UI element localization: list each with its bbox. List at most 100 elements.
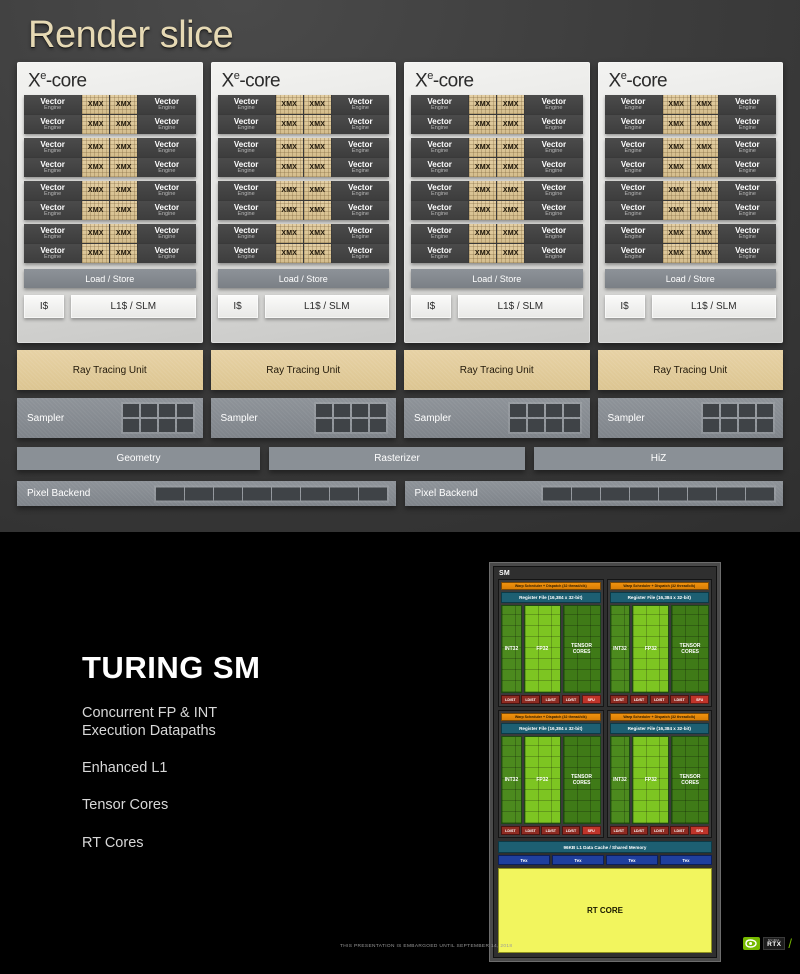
tensor-cores-unit: TENSOR CORES xyxy=(562,736,601,824)
vector-engine-row: Vector Engine XMX XMX Vector Engine xyxy=(411,224,583,244)
xmx-block: XMX xyxy=(690,95,718,115)
xmx-block: XMX xyxy=(275,201,303,221)
xmx-block: XMX xyxy=(82,95,110,115)
xmx-block: XMX xyxy=(110,115,138,135)
sampler-cell xyxy=(334,404,350,417)
vector-engine-block: Vector Engine xyxy=(718,158,776,178)
xe-core-title: Xe-core xyxy=(411,68,583,95)
pixel-backend-cells xyxy=(153,485,389,502)
execution-unit-row: INT32 FP32 TENSOR CORES xyxy=(501,605,601,693)
vector-engine-sublabel: Engine xyxy=(545,148,563,155)
sm-processing-block: Warp Scheduler + Dispatch (32 thread/clk… xyxy=(498,710,604,838)
xmx-block: XMX xyxy=(690,224,718,244)
vector-engine-sublabel: Engine xyxy=(738,254,756,261)
texture-unit: Tex xyxy=(552,855,604,865)
pixel-backend-cell xyxy=(155,487,184,500)
texture-unit: Tex xyxy=(498,855,550,865)
xe-core-title-x: X xyxy=(221,70,235,92)
vector-engine-row: Vector Engine XMX XMX Vector Engine xyxy=(217,181,389,201)
pixel-backend-cell xyxy=(300,487,329,500)
vector-engine-block: Vector Engine xyxy=(411,181,469,201)
vector-engine-sublabel: Engine xyxy=(431,125,449,132)
vector-engine-group: Vector Engine XMX XMX Vector Engine Vector Engi… xyxy=(411,224,583,264)
vector-engine-row: Vector Engine XMX XMX Vector Engine xyxy=(604,244,776,264)
xmx-block: XMX xyxy=(303,138,331,158)
vector-engine-sublabel: Engine xyxy=(738,125,756,132)
vector-engine-sublabel: Engine xyxy=(431,254,449,261)
xe-core-title-x: X xyxy=(608,70,622,92)
ld-st-unit: LD/ST xyxy=(561,826,581,835)
sampler-row: Sampler Sampler Sampler Sampler xyxy=(17,398,783,438)
vector-engine-row: Vector Engine XMX XMX Vector Engine xyxy=(217,244,389,264)
sampler-label: Sampler xyxy=(607,412,645,424)
l1-slm-block: L1$ / SLM xyxy=(458,295,583,319)
vector-engine-sublabel: Engine xyxy=(738,191,756,198)
instruction-cache-block: I$ xyxy=(217,295,258,319)
xmx-block: XMX xyxy=(662,181,690,201)
load-store-block: Load / Store xyxy=(411,269,583,289)
xmx-block: XMX xyxy=(303,181,331,201)
xmx-block: XMX xyxy=(690,201,718,221)
vector-engine-block: Vector Engine xyxy=(718,224,776,244)
sampler-cell-grid xyxy=(314,402,388,434)
vector-engine-block: Vector Engine xyxy=(331,138,389,158)
vector-engine-row: Vector Engine XMX XMX Vector Engine xyxy=(604,138,776,158)
pixel-backend-row: Pixel Backend Pixel Backend xyxy=(17,481,783,506)
vector-engine-sublabel: Engine xyxy=(624,105,642,112)
pixel-backend-cell xyxy=(659,487,687,500)
vector-engine-block: Vector Engine xyxy=(411,224,469,244)
xmx-block: XMX xyxy=(690,244,718,264)
vector-engine-row: Vector Engine XMX XMX Vector Engine xyxy=(604,224,776,244)
vector-engine-row: Vector Engine XMX XMX Vector Engine xyxy=(24,201,196,221)
vector-engine-group: Vector Engine XMX XMX Vector Engine Vector Engi… xyxy=(604,138,776,178)
vector-engine-block: Vector Engine xyxy=(24,201,82,221)
vector-engine-block: Vector Engine xyxy=(138,201,196,221)
vector-engine-group: Vector Engine XMX XMX Vector Engine Vector Engi… xyxy=(24,181,196,221)
sampler-cell xyxy=(739,404,755,417)
vector-engine-sublabel: Engine xyxy=(738,234,756,241)
vector-engine-row: Vector Engine XMX XMX Vector Engine xyxy=(217,158,389,178)
vector-engine-sublabel: Engine xyxy=(44,168,62,175)
sampler-block: Sampler xyxy=(404,398,590,438)
vector-engine-sublabel: Engine xyxy=(158,105,176,112)
xe-core-card: Xe-core Vector Engine XMX XMX Vector Engine Vec… xyxy=(597,62,783,343)
pixel-backend-cell xyxy=(271,487,300,500)
vector-engine-sublabel: Engine xyxy=(545,211,563,218)
fp32-unit: FP32 xyxy=(632,736,670,824)
pixel-backend-cell xyxy=(630,487,658,500)
vector-engine-block: Vector Engine xyxy=(24,181,82,201)
xmx-block: XMX xyxy=(662,201,690,221)
vector-engine-row: Vector Engine XMX XMX Vector Engine xyxy=(604,158,776,178)
pixel-backend-cell xyxy=(717,487,745,500)
pixel-backend-block: Pixel Backend xyxy=(404,481,783,506)
xmx-block: XMX xyxy=(497,224,525,244)
xmx-block: XMX xyxy=(469,115,497,135)
vector-engine-block: Vector Engine xyxy=(525,201,583,221)
vector-engine-sublabel: Engine xyxy=(624,211,642,218)
xmx-block: XMX xyxy=(275,244,303,264)
vector-engine-sublabel: Engine xyxy=(431,148,449,155)
vector-engine-sublabel: Engine xyxy=(545,105,563,112)
int32-unit: INT32 xyxy=(501,605,522,693)
xmx-block: XMX xyxy=(469,244,497,264)
xe-core-title: Xe-core xyxy=(218,68,390,95)
fp32-unit: FP32 xyxy=(523,605,561,693)
vector-engine-block: Vector Engine xyxy=(411,201,469,221)
vector-engine-row: Vector Engine XMX XMX Vector Engine xyxy=(217,201,389,221)
ray-tracing-unit-row: Ray Tracing Unit Ray Tracing Unit Ray Trac… xyxy=(17,350,783,390)
vector-engine-block: Vector Engine xyxy=(604,158,662,178)
vector-engine-sublabel: Engine xyxy=(158,254,176,261)
geometry-block: Geometry xyxy=(17,447,260,470)
vector-engine-block: Vector Engine xyxy=(331,201,389,221)
sampler-cell xyxy=(158,404,175,417)
tensor-cores-unit: TENSOR CORES xyxy=(671,605,709,693)
execution-unit-row: INT32 FP32 TENSOR CORES xyxy=(609,605,709,693)
hiz-block: HiZ xyxy=(534,447,783,470)
sampler-cell xyxy=(122,404,139,417)
load-store-block: Load / Store xyxy=(24,269,196,289)
vector-engine-block: Vector Engine xyxy=(604,244,662,264)
vector-engine-block: Vector Engine xyxy=(24,244,82,264)
vector-engine-sublabel: Engine xyxy=(237,211,255,218)
vector-engine-group: Vector Engine XMX XMX Vector Engine Vector Engi… xyxy=(411,181,583,221)
vector-engine-block: Vector Engine xyxy=(217,244,275,264)
